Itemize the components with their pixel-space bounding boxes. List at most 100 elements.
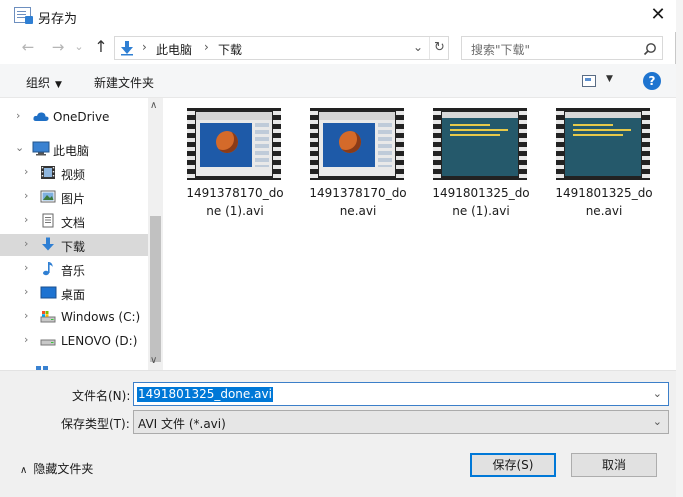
navigation-bar: ← → ⌄ ↑ › 此电脑 › 下载 ⌄ ↻ 搜索"下载" [0,32,676,64]
breadcrumb-downloads[interactable]: 下载 [218,41,242,58]
view-options-dropdown[interactable]: ▼ [606,74,613,84]
expand-chevron-icon[interactable]: › [24,237,28,250]
sidebar-item-pictures[interactable]: › 图片 [0,186,148,208]
film-strip-right [519,108,527,180]
drive-icon [40,339,56,346]
new-folder-button[interactable]: 新建文件夹 [94,74,154,91]
search-icon [643,43,656,56]
video-folder-icon [41,166,55,179]
scrollbar-thumb[interactable] [150,216,161,362]
video-thumbnail [187,108,281,180]
breadcrumb-this-pc[interactable]: 此电脑 [156,41,192,58]
file-item[interactable]: 1491801325_done.avi [534,106,653,226]
film-strip-right [273,108,281,180]
file-name: 1491378170_done.avi [309,186,407,218]
filetype-label: 保存类型(T): [61,417,130,431]
help-button[interactable]: ? [643,72,661,90]
filename-label: 文件名(N): [72,389,131,403]
file-name: 1491801325_done.avi [555,186,653,218]
sidebar-item-desktop[interactable]: › 桌面 [0,282,148,304]
expand-chevron-icon[interactable]: › [24,333,28,346]
address-bar[interactable]: › 此电脑 › 下载 ⌄ ↻ [114,36,449,60]
expand-chevron-icon[interactable]: › [16,109,20,122]
filetype-value: AVI 文件 (*.avi) [138,417,226,431]
video-thumbnail [433,108,527,180]
navigation-scrollbar[interactable]: ∧ ∨ [148,98,163,370]
cancel-button[interactable]: 取消 [571,453,657,477]
computer-icon [32,141,50,156]
hide-folders-label: 隐藏文件夹 [33,462,94,476]
expand-chevron-icon[interactable]: › [24,165,28,178]
thumbnail-frame [442,112,518,176]
documents-folder-icon [42,213,54,228]
sidebar-item-music[interactable]: › 音乐 [0,258,148,280]
search-input[interactable]: 搜索"下载" [461,36,663,60]
up-button[interactable]: ↑ [90,36,112,58]
close-button[interactable]: ✕ [640,0,676,30]
sidebar-item-label: 音乐 [61,264,86,278]
sidebar-item-label: 视频 [61,168,86,182]
sidebar-item-label: 文档 [61,216,86,230]
change-view-icon[interactable] [582,75,596,87]
sidebar-item-documents[interactable]: › 文档 [0,210,148,232]
file-item[interactable]: 1491378170_done.avi [288,106,407,226]
sidebar-item-label: 下载 [61,240,86,254]
filename-value: 1491801325_done.avi [137,387,273,402]
sidebar-item-label: 此电脑 [53,144,90,158]
title-bar: 另存为 ✕ [0,0,676,32]
sidebar-item-videos[interactable]: › 视频 [0,162,148,184]
file-item[interactable]: 1491801325_done (1).avi [411,106,530,226]
sidebar-item-network-partial[interactable] [0,360,148,370]
network-icon [36,366,48,370]
video-thumbnail [310,108,404,180]
sidebar-item-downloads[interactable]: › 下载 [0,234,148,256]
recent-locations-button[interactable]: ⌄ [72,36,86,58]
thumbnail-frame [565,112,641,176]
caret-down-icon: ▼ [55,80,62,90]
cloud-icon [33,112,49,121]
save-as-icon [14,7,33,24]
breadcrumb-separator: › [142,40,147,54]
back-button[interactable]: ← [17,36,39,58]
save-form: 文件名(N): 1491801325_done.avi ⌄ 保存类型(T): A… [0,370,676,497]
filename-dropdown-icon[interactable]: ⌄ [653,387,662,400]
download-folder-icon [42,237,54,251]
hide-folders-toggle[interactable]: ∧ 隐藏文件夹 [20,460,93,477]
save-as-dialog: 另存为 ✕ ← → ⌄ ↑ › 此电脑 › 下载 ⌄ ↻ 搜索"下载" 组织 ▼… [0,0,676,497]
sidebar-item-onedrive[interactable]: › OneDrive [0,106,148,128]
background-window-edge [676,0,683,497]
thumbnail-frame [196,112,272,176]
command-bar: 组织 ▼ 新建文件夹 ▼ ? [0,64,676,98]
expand-chevron-icon[interactable]: › [24,213,28,226]
file-item[interactable]: 1491378170_done (1).avi [165,106,284,226]
film-strip-right [396,108,404,180]
scroll-up-icon[interactable]: ∧ [150,100,157,111]
film-strip-left [433,108,441,180]
system-drive-icon [40,311,56,323]
sidebar-item-label: OneDrive [53,110,110,124]
filetype-dropdown-icon[interactable]: ⌄ [653,415,662,428]
search-placeholder: 搜索"下载" [471,43,531,57]
refresh-button[interactable]: ↻ [429,37,449,59]
collapse-chevron-icon[interactable]: ⌄ [15,141,24,154]
window-title: 另存为 [38,12,78,27]
navigation-pane: › OneDrive ⌄ 此电脑 › 视频 › 图片 › 文档 › 下载 › 音… [0,98,148,370]
scroll-down-icon[interactable]: ∨ [150,355,157,366]
sidebar-item-lenovo-d[interactable]: › LENOVO (D:) [0,330,148,352]
sidebar-item-label: 图片 [61,192,86,206]
expand-chevron-icon[interactable]: › [24,189,28,202]
expand-chevron-icon[interactable]: › [24,261,28,274]
save-button[interactable]: 保存(S) [470,453,556,477]
file-name: 1491378170_done (1).avi [186,186,284,218]
expand-chevron-icon[interactable]: › [24,309,28,322]
film-strip-left [187,108,195,180]
forward-button[interactable]: → [47,36,69,58]
sidebar-item-this-pc[interactable]: ⌄ 此电脑 [0,138,148,160]
address-dropdown-icon[interactable]: ⌄ [413,40,423,54]
organize-menu[interactable]: 组织 ▼ [26,74,62,91]
filetype-select[interactable]: AVI 文件 (*.avi) ⌄ [133,410,669,434]
filename-input[interactable]: 1491801325_done.avi ⌄ [133,382,669,406]
sidebar-item-windows-c[interactable]: › Windows (C:) [0,306,148,328]
expand-chevron-icon[interactable]: › [24,285,28,298]
thumbnail-frame [319,112,395,176]
